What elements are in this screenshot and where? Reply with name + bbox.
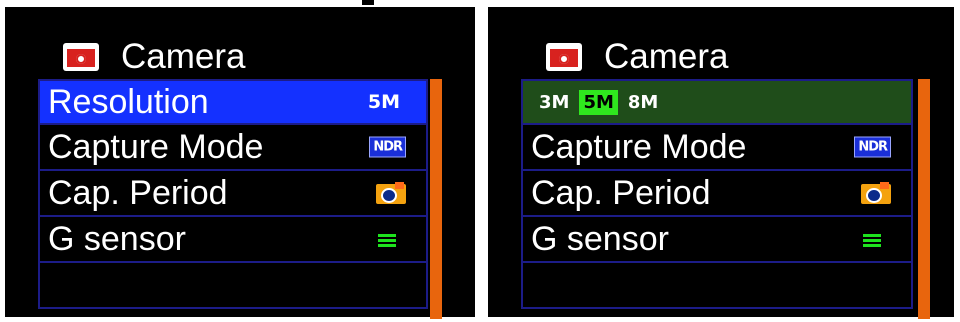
menu-item-label: Capture Mode bbox=[48, 127, 264, 166]
menu-item-capture-mode[interactable]: Capture Mode NDR bbox=[38, 125, 428, 171]
top-marker bbox=[362, 0, 374, 5]
scrollbar[interactable] bbox=[918, 79, 930, 319]
menu-item-resolution[interactable]: Resolution 5M bbox=[38, 79, 428, 125]
resolution-value: 5M bbox=[367, 91, 400, 113]
menu-item-g-sensor[interactable]: G sensor bbox=[38, 217, 428, 263]
camera-menu-screen-resolution-edit: Camera 3M 5M 8M Capture Mode NDR Cap. Pe… bbox=[488, 7, 954, 319]
menu-list: Resolution 5M Capture Mode NDR Cap. Peri… bbox=[38, 79, 428, 309]
scrollbar[interactable] bbox=[430, 79, 442, 319]
ndr-icon: NDR bbox=[369, 136, 406, 158]
menu-item-label: G sensor bbox=[48, 219, 186, 258]
menu-item-label: Capture Mode bbox=[531, 127, 747, 166]
interval-camera-icon bbox=[376, 182, 406, 204]
interval-camera-icon bbox=[861, 182, 891, 204]
menu-item-label: Resolution bbox=[48, 82, 209, 121]
camera-menu-screen: Camera Resolution 5M Capture Mode NDR Ca… bbox=[5, 7, 475, 319]
menu-title: Camera bbox=[546, 35, 728, 79]
menu-list: 3M 5M 8M Capture Mode NDR Cap. Period G … bbox=[521, 79, 913, 309]
menu-title-label: Camera bbox=[121, 37, 246, 76]
g-sensor-level-icon bbox=[378, 234, 396, 248]
menu-item-label: Cap. Period bbox=[531, 173, 711, 212]
resolution-option-3m[interactable]: 3M bbox=[535, 90, 573, 115]
resolution-options-row[interactable]: 3M 5M 8M bbox=[521, 79, 913, 125]
camera-icon bbox=[546, 43, 582, 71]
menu-title: Camera bbox=[63, 35, 245, 79]
menu-item-empty bbox=[38, 263, 428, 309]
resolution-option-8m[interactable]: 8M bbox=[624, 90, 662, 115]
ndr-icon: NDR bbox=[854, 136, 891, 158]
menu-item-cap-period[interactable]: Cap. Period bbox=[38, 171, 428, 217]
resolution-options: 3M 5M 8M bbox=[523, 89, 662, 115]
menu-item-label: G sensor bbox=[531, 219, 669, 258]
menu-item-capture-mode[interactable]: Capture Mode NDR bbox=[521, 125, 913, 171]
menu-item-label: Cap. Period bbox=[48, 173, 228, 212]
g-sensor-level-icon bbox=[863, 234, 881, 248]
menu-title-label: Camera bbox=[604, 37, 729, 76]
resolution-option-5m[interactable]: 5M bbox=[579, 89, 618, 115]
camera-icon bbox=[63, 43, 99, 71]
menu-item-g-sensor[interactable]: G sensor bbox=[521, 217, 913, 263]
menu-item-empty bbox=[521, 263, 913, 309]
menu-item-cap-period[interactable]: Cap. Period bbox=[521, 171, 913, 217]
